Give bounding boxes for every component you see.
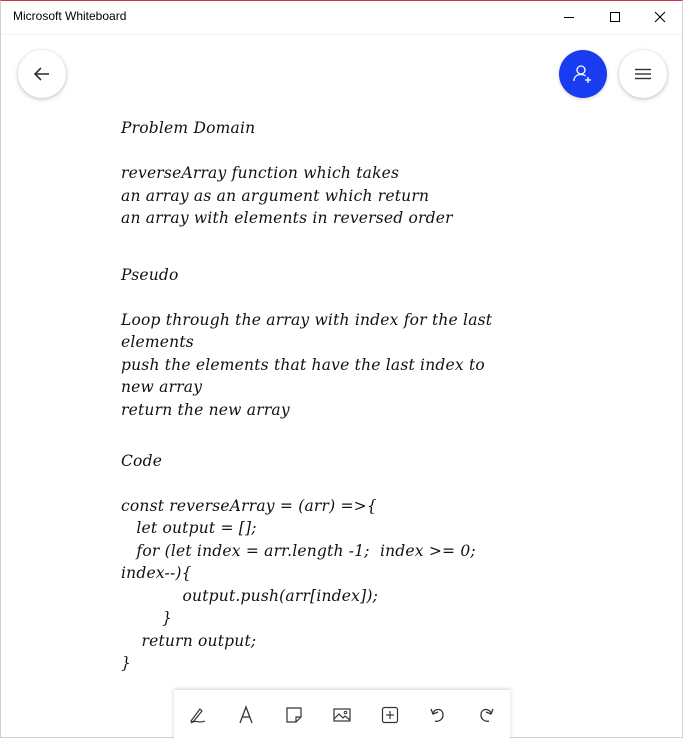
ink-line: reverseArray function which takes — [121, 164, 400, 182]
ink-line: Problem Domain — [121, 119, 256, 137]
ink-line: new array — [121, 378, 203, 396]
ink-line: let output = []; — [121, 519, 257, 537]
maximize-icon — [610, 12, 620, 22]
ink-line: push the elements that have the last ind… — [121, 356, 485, 374]
arrow-left-icon — [33, 67, 49, 81]
ink-line: } — [121, 609, 173, 627]
hamburger-menu-icon — [635, 68, 651, 80]
ink-line: an array with elements in reversed order — [121, 209, 453, 227]
minimize-button[interactable] — [546, 1, 592, 33]
add-button[interactable] — [378, 703, 402, 727]
app-window: Microsoft Whiteboard Problem Domain reve… — [0, 0, 683, 739]
text-icon — [239, 705, 253, 724]
minimize-icon — [564, 17, 574, 18]
ink-line: Loop through the array with index for th… — [121, 311, 493, 329]
ink-line: elements — [121, 333, 194, 351]
pen-tool-button[interactable] — [186, 703, 210, 727]
undo-icon — [430, 708, 444, 722]
ink-line: return the new array — [121, 401, 290, 419]
window-title: Microsoft Whiteboard — [13, 9, 127, 23]
ink-line: } — [121, 654, 132, 672]
ink-line: output.push(arr[index]); — [121, 587, 379, 605]
undo-button[interactable] — [426, 703, 450, 727]
ink-line: const reverseArray = (arr) =>{ — [121, 497, 377, 515]
close-button[interactable] — [637, 1, 683, 33]
redo-icon — [480, 708, 494, 722]
bottom-toolbar — [174, 690, 510, 739]
add-icon — [381, 706, 399, 724]
image-icon — [333, 708, 351, 722]
ink-line: index--){ — [121, 564, 192, 582]
image-button[interactable] — [330, 703, 354, 727]
redo-button[interactable] — [474, 703, 498, 727]
title-bar: Microsoft Whiteboard — [1, 1, 682, 35]
back-button[interactable] — [18, 50, 66, 98]
pen-icon — [190, 708, 206, 724]
sticky-note-button[interactable] — [282, 703, 306, 727]
menu-button[interactable] — [619, 50, 667, 98]
text-tool-button[interactable] — [234, 703, 258, 727]
person-add-icon — [573, 65, 591, 83]
ink-line: Pseudo — [121, 266, 179, 284]
ink-line: return output; — [121, 632, 257, 650]
ink-line: Code — [121, 452, 163, 470]
maximize-button[interactable] — [592, 1, 638, 33]
ink-line: an array as an argument which return — [121, 187, 430, 205]
ink-line: for (let index = arr.length -1; index >=… — [121, 542, 476, 560]
close-icon — [654, 11, 666, 23]
invite-button[interactable] — [559, 50, 607, 98]
sticky-note-icon — [286, 707, 302, 723]
